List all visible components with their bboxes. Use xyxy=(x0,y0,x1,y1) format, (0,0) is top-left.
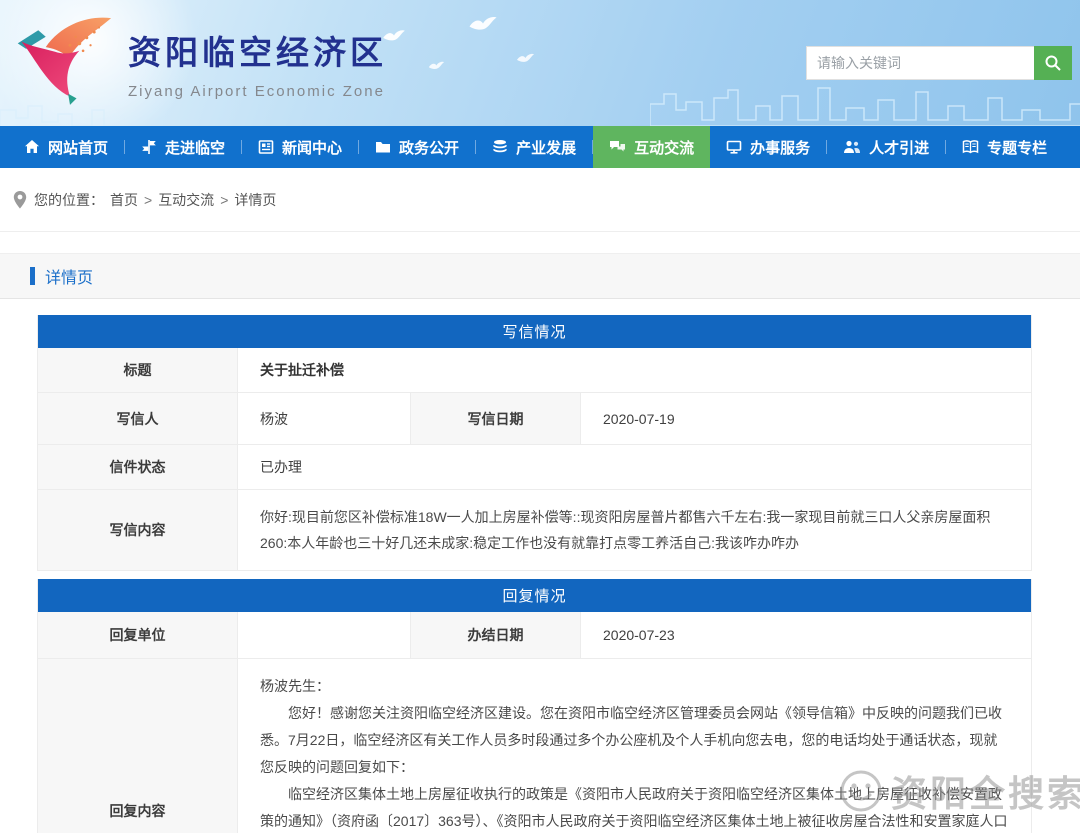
reply-paragraph: 临空经济区集体土地上房屋征收执行的政策是《资阳市人民政府关于资阳临空经济区集体土… xyxy=(260,781,1009,833)
nav-item-label: 产业发展 xyxy=(516,137,576,158)
table-row: 标题 关于扯迁补偿 xyxy=(38,348,1031,393)
nav-item-gov-affairs[interactable]: 政务公开 xyxy=(359,126,475,168)
book-icon xyxy=(962,139,979,155)
search-button[interactable] xyxy=(1034,46,1072,80)
breadcrumb-current: 详情页 xyxy=(234,190,276,210)
letter-table: 写信情况 标题 关于扯迁补偿 写信人 杨波 写信日期 2020-07-19 信件… xyxy=(37,315,1032,571)
status-value: 已办理 xyxy=(238,445,1031,489)
table-row: 信件状态 已办理 xyxy=(38,445,1031,490)
page-title: 详情页 xyxy=(45,264,93,288)
city-skyline xyxy=(0,96,120,126)
site-header: 资阳临空经济区 Ziyang Airport Economic Zone xyxy=(0,0,1080,126)
signpost-icon xyxy=(141,139,157,155)
industry-icon xyxy=(492,139,508,155)
title-value: 关于扯迁补偿 xyxy=(238,348,1031,392)
nav-item-services[interactable]: 办事服务 xyxy=(710,126,826,168)
breadcrumb-interaction[interactable]: 互动交流 xyxy=(158,190,214,210)
nav-item-about[interactable]: 走进临空 xyxy=(125,126,241,168)
write-date-label: 写信日期 xyxy=(411,393,581,444)
folder-icon xyxy=(375,139,391,155)
search-icon xyxy=(1044,54,1062,72)
home-icon xyxy=(24,139,40,155)
table-row: 回复单位 办结日期 2020-07-23 xyxy=(38,612,1031,659)
writer-label: 写信人 xyxy=(38,393,238,444)
nav-item-label: 人才引进 xyxy=(869,137,929,158)
reply-content-cell: 杨波先生： 您好！感谢您关注资阳临空经济区建设。您在资阳市临空经济区管理委员会网… xyxy=(238,659,1031,833)
nav-item-interaction[interactable]: 互动交流 xyxy=(593,126,710,168)
breadcrumb-separator: > xyxy=(144,192,152,208)
news-icon xyxy=(258,139,274,155)
reply-content-label: 回复内容 xyxy=(38,659,238,833)
brand-block: 资阳临空经济区 Ziyang Airport Economic Zone xyxy=(128,26,387,100)
nav-item-label: 办事服务 xyxy=(750,137,810,158)
table-row: 写信内容 你好:现目前您区补偿标准18W一人加上房屋补偿等::现资阳房屋普片都售… xyxy=(38,490,1031,571)
writer-value: 杨波 xyxy=(238,393,411,444)
site-subtitle: Ziyang Airport Economic Zone xyxy=(128,83,387,100)
monitor-icon xyxy=(726,139,742,155)
nav-item-label: 新闻中心 xyxy=(282,137,342,158)
breadcrumb: 您的位置： 首页 > 互动交流 > 详情页 xyxy=(0,168,1080,232)
search-box xyxy=(806,46,1072,80)
breadcrumb-home[interactable]: 首页 xyxy=(110,190,138,210)
dove-icon xyxy=(516,52,535,64)
letter-table-header: 写信情况 xyxy=(38,315,1031,348)
nav-item-industry[interactable]: 产业发展 xyxy=(476,126,592,168)
status-label: 信件状态 xyxy=(38,445,238,489)
nav-item-special[interactable]: 专题专栏 xyxy=(946,126,1063,168)
reply-table: 回复情况 回复单位 办结日期 2020-07-23 回复内容 杨波先生： 您好！… xyxy=(37,579,1032,833)
write-date-value: 2020-07-19 xyxy=(581,393,1031,444)
nav-item-talent[interactable]: 人才引进 xyxy=(827,126,945,168)
nav-item-label: 走进临空 xyxy=(165,137,225,158)
letter-content-cell: 你好:现目前您区补偿标准18W一人加上房屋补偿等::现资阳房屋普片都售六千左右:… xyxy=(238,490,1031,570)
nav-item-label: 互动交流 xyxy=(634,137,694,158)
title-label: 标题 xyxy=(38,348,238,392)
nav-item-label: 专题专栏 xyxy=(987,137,1047,158)
breadcrumb-separator: > xyxy=(220,192,228,208)
letter-content-label: 写信内容 xyxy=(38,490,238,570)
breadcrumb-prefix: 您的位置： xyxy=(34,190,104,210)
section-marker xyxy=(30,267,35,285)
table-row: 写信人 杨波 写信日期 2020-07-19 xyxy=(38,393,1031,445)
table-row: 回复内容 杨波先生： 您好！感谢您关注资阳临空经济区建设。您在资阳市临空经济区管… xyxy=(38,659,1031,833)
letter-content-value: 你好:现目前您区补偿标准18W一人加上房屋补偿等::现资阳房屋普片都售六千左右:… xyxy=(238,490,1031,570)
close-date-value: 2020-07-23 xyxy=(581,612,1031,658)
nav-item-home[interactable]: 网站首页 xyxy=(8,126,124,168)
reply-unit-label: 回复单位 xyxy=(38,612,238,658)
reply-table-header: 回复情况 xyxy=(38,579,1031,612)
main-nav: 网站首页 走进临空 新闻中心 政务公开 产业发展 互动交流 办事服务 人才引进 … xyxy=(0,126,1080,168)
reply-paragraph: 杨波先生： xyxy=(260,673,1009,700)
nav-item-label: 政务公开 xyxy=(399,137,459,158)
chat-icon xyxy=(609,139,626,155)
dove-icon xyxy=(428,60,445,71)
close-date-label: 办结日期 xyxy=(411,612,581,658)
dove-icon xyxy=(382,28,406,43)
dove-icon xyxy=(468,14,498,33)
reply-paragraph: 您好！感谢您关注资阳临空经济区建设。您在资阳市临空经济区管理委员会网站《领导信箱… xyxy=(260,700,1009,781)
search-input[interactable] xyxy=(806,46,1034,80)
nav-item-label: 网站首页 xyxy=(48,137,108,158)
nav-item-news[interactable]: 新闻中心 xyxy=(242,126,358,168)
site-title: 资阳临空经济区 xyxy=(128,26,387,74)
reply-unit-value xyxy=(238,612,411,658)
people-icon xyxy=(843,139,861,155)
section-bar: 详情页 xyxy=(0,253,1080,299)
location-pin-icon xyxy=(12,190,28,210)
